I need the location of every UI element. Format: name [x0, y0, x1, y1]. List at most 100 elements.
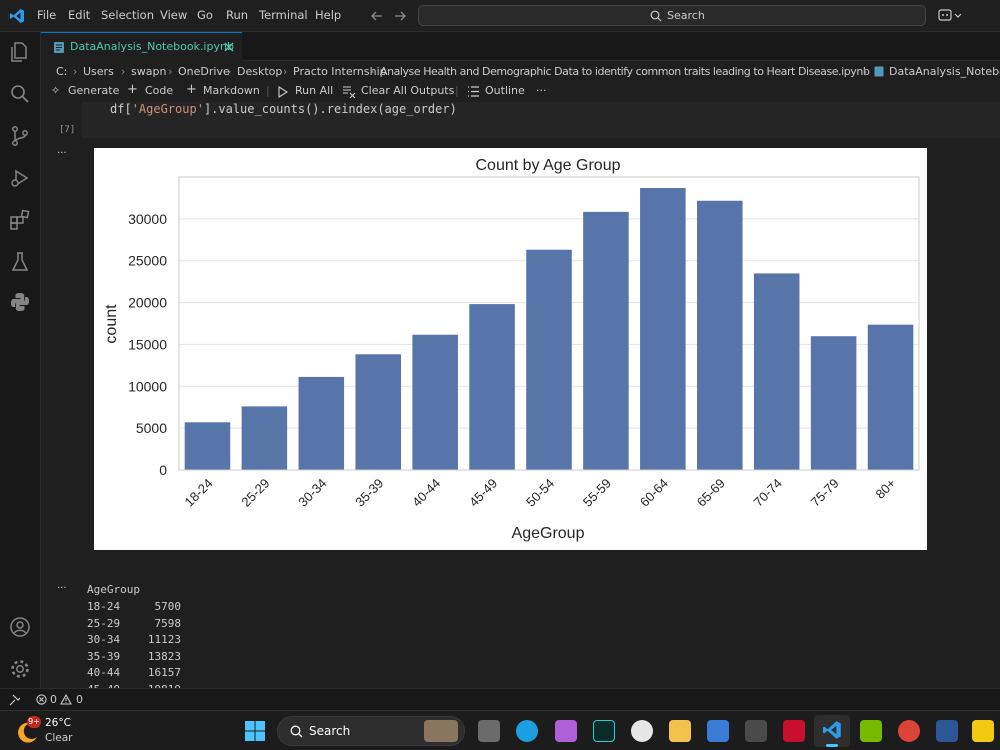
back-arrow-icon[interactable]: [370, 9, 384, 23]
x-tick-label: 65-69: [694, 476, 728, 510]
code-line[interactable]: df['AgeGroup'].value_counts().reindex(ag…: [110, 102, 457, 116]
generate-button[interactable]: Generate: [68, 84, 119, 97]
vscode-icon: [823, 721, 841, 739]
app-icon[interactable]: [936, 720, 958, 742]
breadcrumb-item[interactable]: DataAnalysis_Noteboo: [889, 65, 1000, 78]
menu-run[interactable]: Run: [226, 8, 248, 22]
output-row-label: 18-24: [87, 600, 121, 613]
bar-25-29: [241, 406, 288, 470]
accounts-icon[interactable]: [8, 615, 32, 639]
code-token: df[: [110, 102, 132, 116]
breadcrumb-item[interactable]: OneDrive: [178, 65, 230, 78]
output-row-label: 25-29: [87, 616, 121, 630]
more-actions-button[interactable]: ···: [536, 84, 547, 97]
app-icon[interactable]: [593, 720, 615, 742]
breadcrumb-separator: ›: [73, 65, 78, 78]
file-explorer-icon[interactable]: [669, 720, 691, 742]
outline-icon: [468, 86, 479, 97]
windows-taskbar: 9+ 26°C Clear Search: [0, 710, 1000, 750]
nvidia-icon[interactable]: [860, 720, 882, 742]
output-row-value: 16157: [147, 666, 181, 679]
output-menu-button[interactable]: ···: [57, 583, 67, 594]
chatgpt-icon[interactable]: [631, 720, 653, 742]
y-tick-label: 0: [159, 462, 167, 478]
y-tick-label: 10000: [128, 378, 167, 394]
breadcrumb-item[interactable]: swapn: [131, 65, 166, 78]
error-count[interactable]: 0: [50, 693, 57, 706]
x-tick-label: 70-74: [751, 476, 785, 510]
source-control-icon[interactable]: [8, 124, 32, 148]
run-debug-icon[interactable]: [8, 166, 32, 190]
search-sidebar-icon[interactable]: [8, 82, 32, 106]
breadcrumb-item[interactable]: Desktop: [237, 65, 282, 78]
microsoft-store-icon[interactable]: [707, 720, 729, 742]
app-icon[interactable]: [745, 720, 767, 742]
menu-terminal[interactable]: Terminal: [259, 8, 308, 22]
breadcrumb-separator: ›: [370, 65, 375, 78]
mcafee-icon[interactable]: [783, 720, 805, 742]
task-view-icon[interactable]: [478, 720, 500, 742]
command-center-search[interactable]: Search: [418, 5, 926, 26]
add-code-button[interactable]: Code: [145, 84, 173, 97]
bar-30-34: [298, 376, 345, 470]
vscode-taskbar-button[interactable]: [814, 715, 850, 747]
bar-70-74: [753, 273, 800, 470]
menu-go[interactable]: Go: [197, 8, 213, 22]
bar-35-39: [355, 354, 401, 470]
explorer-icon[interactable]: [8, 40, 32, 64]
x-tick-label: 30-34: [295, 476, 329, 510]
y-axis-label: count: [103, 304, 120, 344]
gear-icon[interactable]: [8, 657, 32, 681]
output-menu-button[interactable]: ···: [57, 148, 67, 159]
taskbar-search[interactable]: Search: [277, 716, 465, 746]
windows-start-icon[interactable]: [244, 720, 266, 742]
breadcrumb-item[interactable]: Analyse Health and Demographic Data to i…: [380, 65, 870, 78]
close-icon[interactable]: [224, 42, 234, 52]
run-all-button[interactable]: Run All: [295, 84, 333, 97]
breadcrumb: C: › Users › swapn › OneDrive › Desktop …: [41, 61, 1000, 82]
menu-view[interactable]: View: [160, 8, 187, 22]
breadcrumb-item[interactable]: Users: [83, 65, 114, 78]
copilot-app-icon[interactable]: [555, 720, 577, 742]
edge-browser-icon[interactable]: [516, 720, 538, 742]
bar-chart: 0 5000 10000 15000 20000 25000 30000 18-24 25-2…: [103, 157, 920, 542]
chart-title: Count by Age Group: [476, 157, 621, 174]
x-tick-label: 60-64: [637, 476, 671, 510]
notebook-toolbar: ✧ Generate + Code + Markdown | Run All C…: [41, 82, 1000, 102]
activity-bar: [0, 32, 41, 688]
warning-count[interactable]: 0: [76, 693, 83, 706]
y-tick-labels: 0 5000 10000 15000 20000 25000 30000: [128, 211, 167, 478]
python-icon[interactable]: [8, 290, 32, 314]
notification-badge: 9+: [27, 716, 41, 728]
notebook-file-icon: [54, 42, 64, 53]
bar-18-24: [184, 422, 231, 470]
clear-outputs-icon: [343, 86, 356, 98]
menu-help[interactable]: Help: [315, 8, 341, 22]
breadcrumb-item[interactable]: C:: [56, 65, 67, 78]
output-row-value: 13823: [147, 649, 181, 663]
x-tick-label: 40-44: [409, 476, 443, 510]
bar-45-49: [469, 304, 515, 470]
breadcrumb-separator: ›: [121, 65, 126, 78]
vscode-logo-icon[interactable]: [9, 8, 25, 24]
copilot-icon[interactable]: [938, 8, 962, 24]
weather-condition[interactable]: Clear: [45, 732, 72, 744]
power-bi-icon[interactable]: [972, 720, 994, 742]
bar-55-59: [583, 211, 629, 470]
chrome-icon[interactable]: [898, 720, 920, 742]
add-markdown-button[interactable]: Markdown: [203, 84, 260, 97]
tab-label: DataAnalysis_Notebook.ipynb: [70, 40, 234, 53]
testing-flask-icon[interactable]: [8, 250, 32, 274]
menu-selection[interactable]: Selection: [101, 8, 154, 22]
tab-dataanalysis-notebook[interactable]: DataAnalysis_Notebook.ipynb: [41, 32, 242, 61]
menu-file[interactable]: File: [37, 8, 56, 22]
outline-button[interactable]: Outline: [485, 84, 525, 97]
clear-all-outputs-button[interactable]: Clear All Outputs: [361, 84, 454, 97]
remote-icon[interactable]: [9, 694, 21, 706]
warning-icon: [60, 694, 72, 705]
extensions-icon[interactable]: [8, 208, 32, 232]
menu-edit[interactable]: Edit: [68, 8, 90, 22]
search-icon: [290, 725, 303, 738]
weather-temp[interactable]: 26°C: [45, 717, 71, 729]
forward-arrow-icon[interactable]: [393, 9, 407, 23]
